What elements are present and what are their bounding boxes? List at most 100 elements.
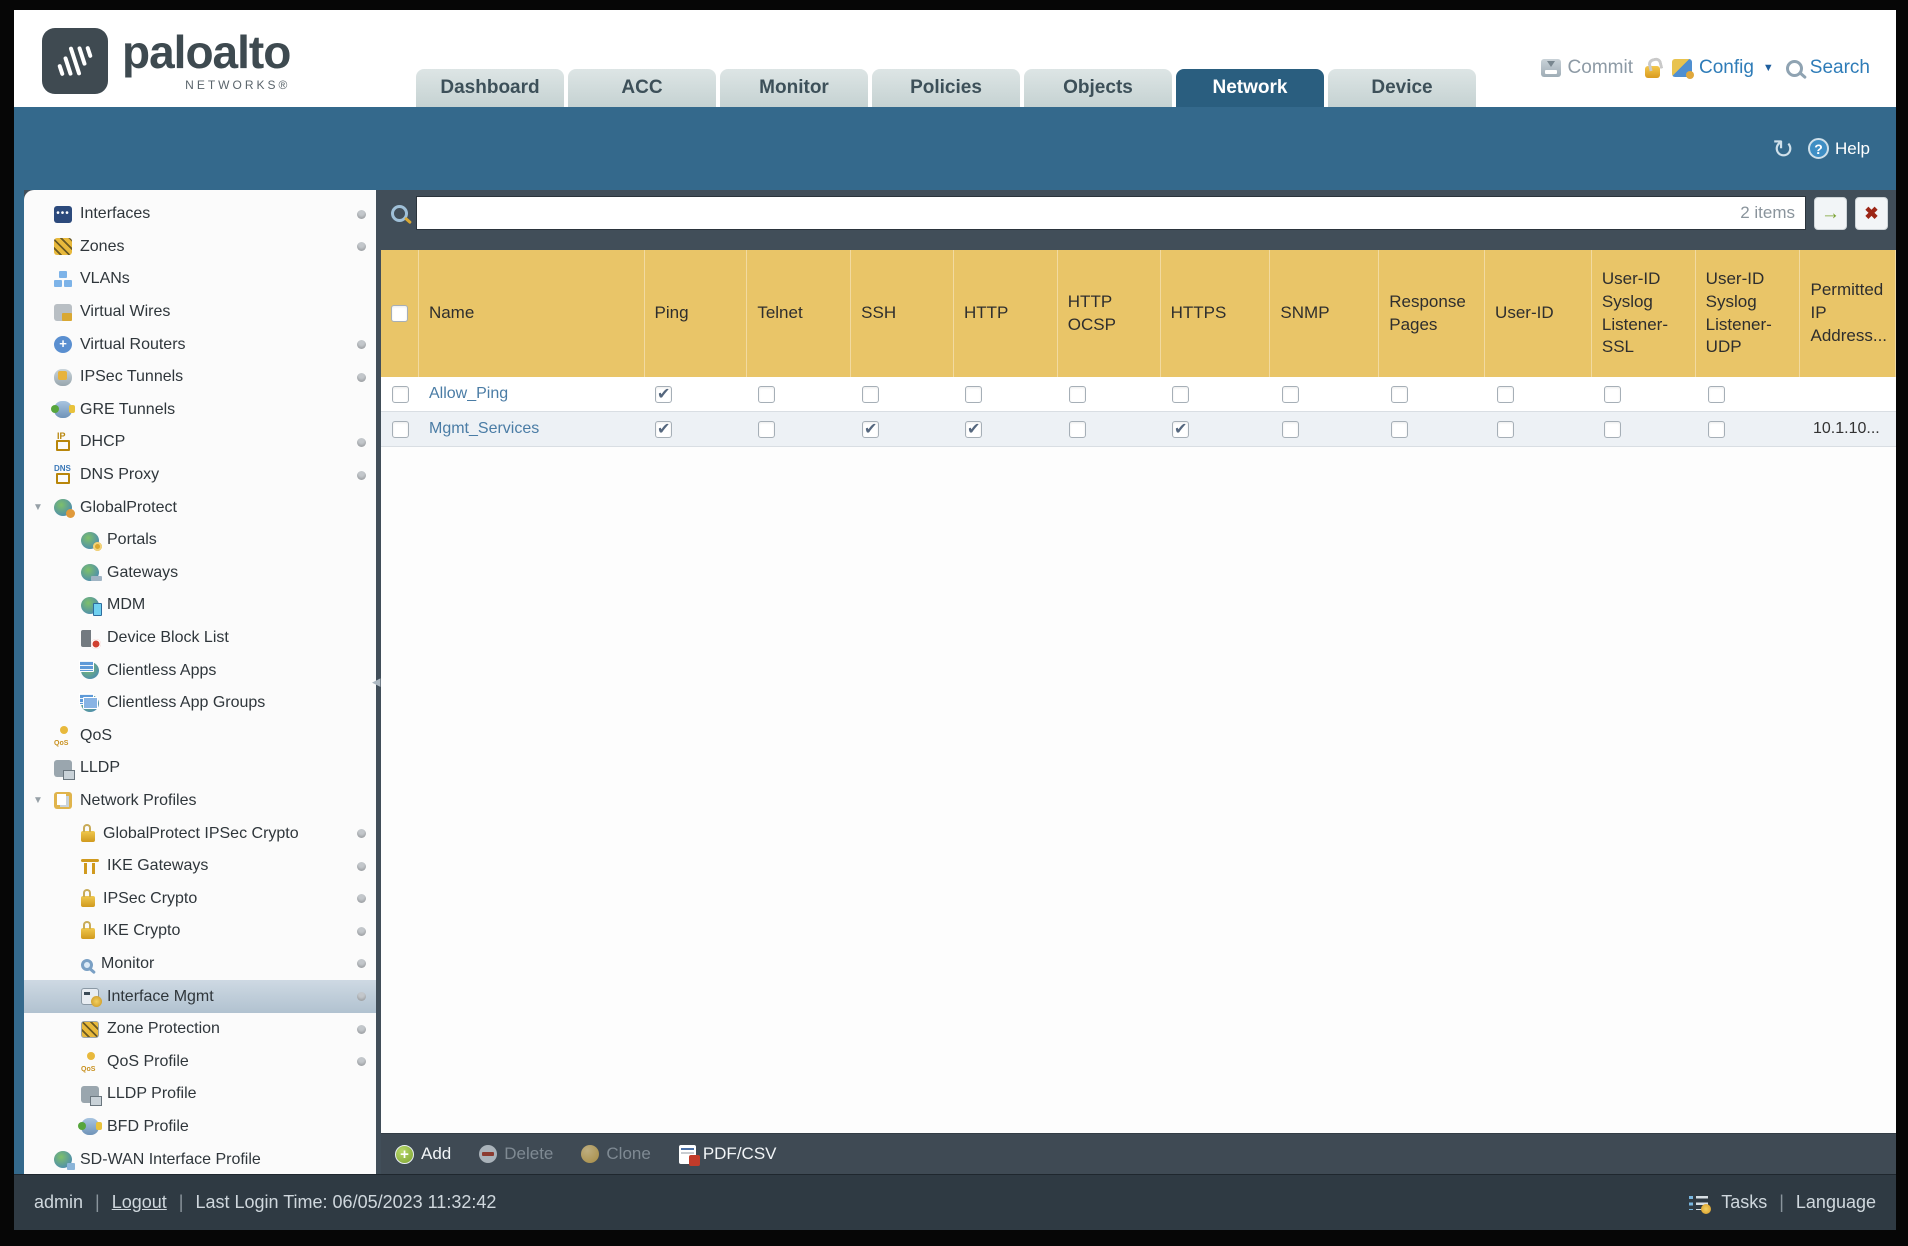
language-button[interactable]: Language	[1796, 1192, 1876, 1213]
column-header-permitted_ip[interactable]: Permitted IP Address...	[1800, 250, 1896, 377]
uid_syslog_ssl-checkbox[interactable]	[1604, 385, 1621, 403]
telnet-checkbox[interactable]	[758, 420, 775, 438]
column-header-name[interactable]: Name	[419, 250, 645, 377]
ssh-checkbox[interactable]	[862, 385, 879, 403]
collapse-sidebar-icon[interactable]: ◀	[372, 676, 380, 689]
telnet-checkbox[interactable]	[758, 385, 775, 403]
http_ocsp-checkbox[interactable]	[1069, 420, 1086, 438]
ping-checkbox[interactable]	[655, 384, 672, 404]
filter-bar: 2 items → ✖	[381, 190, 1896, 236]
column-header-https[interactable]: HTTPS	[1161, 250, 1271, 377]
snmp-checkbox[interactable]	[1282, 420, 1299, 438]
column-header-user_id[interactable]: User-ID	[1485, 250, 1592, 377]
sidebar-item-monitor[interactable]: Monitor	[24, 948, 376, 981]
sidebar-item-portals[interactable]: Portals	[24, 524, 376, 557]
sidebar-item-lldp[interactable]: LLDP	[24, 752, 376, 785]
sidebar-item-globalprotect-ipsec-crypto[interactable]: GlobalProtect IPSec Crypto	[24, 817, 376, 850]
search-button[interactable]: Search	[1785, 57, 1870, 79]
tab-objects[interactable]: Objects	[1024, 69, 1172, 107]
column-header-uid_syslog_ssl[interactable]: User-ID Syslog Listener-SSL	[1592, 250, 1696, 377]
sidebar-item-network-profiles[interactable]: ▼ Network Profiles	[24, 785, 376, 818]
sidebar-item-qos-profile[interactable]: QoS Profile	[24, 1045, 376, 1078]
snmp-checkbox[interactable]	[1282, 385, 1299, 403]
expand-triangle-icon[interactable]: ▼	[33, 502, 43, 513]
logout-link[interactable]: Logout	[112, 1192, 167, 1213]
sidebar-item-vlans[interactable]: VLANs	[24, 263, 376, 296]
tasks-button[interactable]: Tasks	[1721, 1192, 1767, 1213]
sidebar-item-clientless-app-groups[interactable]: Clientless App Groups	[24, 687, 376, 720]
sidebar-item-zones[interactable]: Zones	[24, 231, 376, 264]
user_id-checkbox[interactable]	[1497, 420, 1514, 438]
help-button[interactable]: ? Help	[1808, 138, 1870, 159]
column-header-http_ocsp[interactable]: HTTP OCSP	[1058, 250, 1161, 377]
clear-filter-button[interactable]: ✖	[1855, 196, 1888, 230]
column-header-response_pages[interactable]: Response Pages	[1379, 250, 1486, 377]
refresh-icon[interactable]: ↻	[1772, 136, 1794, 162]
pdf-csv-button[interactable]: PDF/CSV	[678, 1144, 777, 1166]
sidebar-item-qos[interactable]: QoS	[24, 720, 376, 753]
response_pages-checkbox[interactable]	[1391, 420, 1408, 438]
tab-monitor[interactable]: Monitor	[720, 69, 868, 107]
delete-button[interactable]: Delete	[479, 1144, 553, 1164]
uid_syslog_udp-checkbox[interactable]	[1708, 385, 1725, 403]
http-checkbox[interactable]	[965, 385, 982, 403]
sidebar-item-clientless-apps[interactable]: Clientless Apps	[24, 654, 376, 687]
apply-filter-button[interactable]: →	[1814, 196, 1847, 230]
sidebar-item-ike-crypto[interactable]: IKE Crypto	[24, 915, 376, 948]
select-all-checkbox[interactable]	[390, 305, 408, 322]
tab-dashboard[interactable]: Dashboard	[416, 69, 564, 107]
sidebar-item-ike-gateways[interactable]: IKE Gateways	[24, 850, 376, 883]
https-checkbox[interactable]	[1172, 419, 1189, 439]
user_id-checkbox[interactable]	[1497, 385, 1514, 403]
add-button[interactable]: Add	[395, 1144, 451, 1164]
sidebar-item-gre-tunnels[interactable]: GRE Tunnels	[24, 394, 376, 427]
unlocked-padlock-icon[interactable]	[1644, 65, 1660, 78]
clone-button[interactable]: Clone	[581, 1144, 651, 1164]
sidebar-item-sd-wan-interface-profile[interactable]: SD-WAN Interface Profile	[24, 1143, 376, 1174]
tab-device[interactable]: Device	[1328, 69, 1476, 107]
tab-acc[interactable]: ACC	[568, 69, 716, 107]
sidebar-item-virtual-routers[interactable]: Virtual Routers	[24, 328, 376, 361]
uid_syslog_ssl-checkbox[interactable]	[1604, 420, 1621, 438]
column-header-ssh[interactable]: SSH	[851, 250, 954, 377]
column-header-ping[interactable]: Ping	[645, 250, 748, 377]
portals-icon	[81, 531, 102, 551]
row-select-checkbox[interactable]	[391, 385, 409, 403]
http-checkbox[interactable]	[965, 419, 982, 439]
ssh-checkbox[interactable]	[862, 419, 879, 439]
tab-policies[interactable]: Policies	[872, 69, 1020, 107]
sidebar-item-gateways[interactable]: Gateways	[24, 557, 376, 590]
table-row[interactable]: Mgmt_Services 10.1.10...	[381, 412, 1896, 447]
http_ocsp-checkbox[interactable]	[1069, 385, 1086, 403]
uid_syslog_udp-checkbox[interactable]	[1708, 420, 1725, 438]
table-row[interactable]: Allow_Ping	[381, 377, 1896, 412]
sidebar-item-virtual-wires[interactable]: Virtual Wires	[24, 296, 376, 329]
sidebar-item-dhcp[interactable]: DHCP	[24, 426, 376, 459]
https-checkbox[interactable]	[1172, 385, 1189, 403]
column-header-telnet[interactable]: Telnet	[747, 250, 852, 377]
config-menu-button[interactable]: Config ▼	[1671, 57, 1774, 79]
expand-triangle-icon[interactable]: ▼	[33, 795, 43, 806]
column-header-snmp[interactable]: SNMP	[1270, 250, 1380, 377]
sidebar-item-mdm[interactable]: MDM	[24, 589, 376, 622]
commit-button[interactable]: Commit	[1540, 57, 1633, 79]
row-select-checkbox[interactable]	[391, 420, 409, 438]
sidebar-item-dns-proxy[interactable]: DNS Proxy	[24, 459, 376, 492]
sidebar-item-globalprotect[interactable]: ▼ GlobalProtect	[24, 491, 376, 524]
response_pages-checkbox[interactable]	[1391, 385, 1408, 403]
profile-name-link[interactable]: Allow_Ping	[429, 385, 508, 403]
sidebar-item-bfd-profile[interactable]: BFD Profile	[24, 1111, 376, 1144]
column-header-uid_syslog_udp[interactable]: User-ID Syslog Listener-UDP	[1696, 250, 1801, 377]
tab-network[interactable]: Network	[1176, 69, 1324, 107]
sidebar-item-ipsec-tunnels[interactable]: IPSec Tunnels	[24, 361, 376, 394]
filter-input[interactable]	[427, 196, 1741, 230]
sidebar-item-zone-protection[interactable]: Zone Protection	[24, 1013, 376, 1046]
sidebar-item-interfaces[interactable]: Interfaces	[24, 198, 376, 231]
profile-name-link[interactable]: Mgmt_Services	[429, 420, 539, 438]
sidebar-item-device-block-list[interactable]: Device Block List	[24, 622, 376, 655]
sidebar-item-lldp-profile[interactable]: LLDP Profile	[24, 1078, 376, 1111]
sidebar-item-interface-mgmt[interactable]: Interface Mgmt	[24, 980, 376, 1013]
column-header-http[interactable]: HTTP	[954, 250, 1058, 377]
sidebar-item-ipsec-crypto[interactable]: IPSec Crypto	[24, 882, 376, 915]
ping-checkbox[interactable]	[655, 419, 672, 439]
